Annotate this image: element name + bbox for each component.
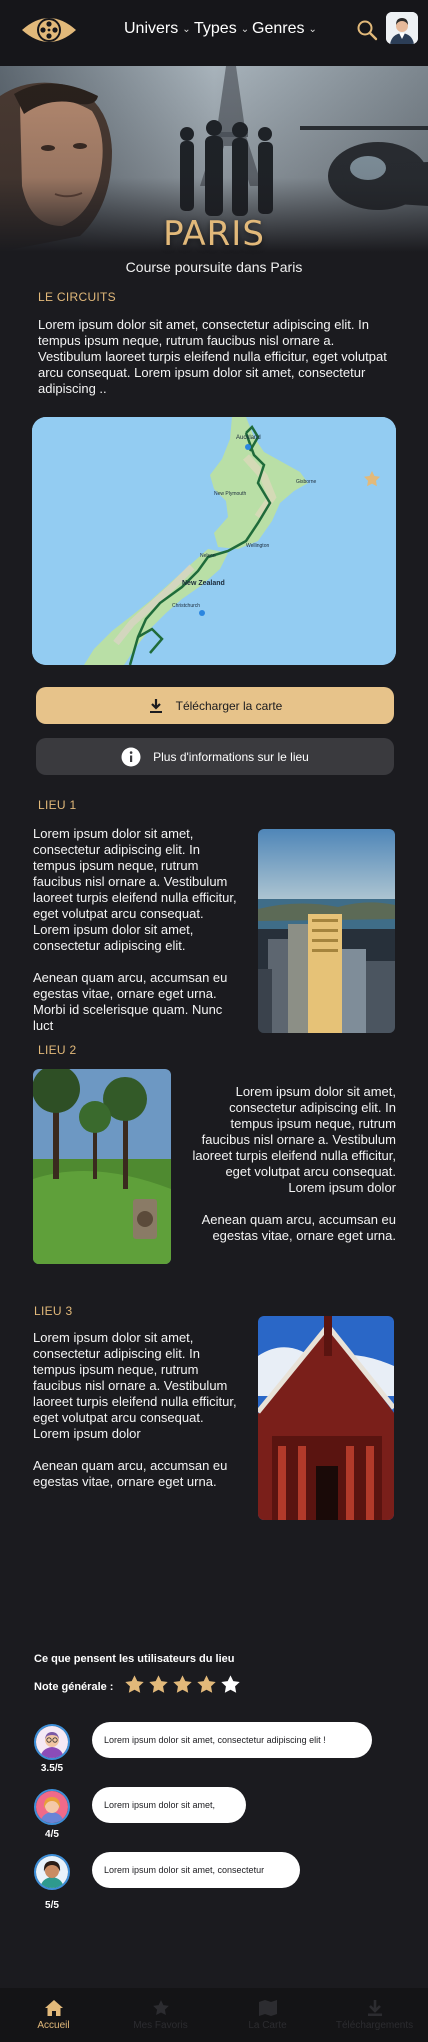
reviewer-avatar[interactable] <box>34 1724 70 1760</box>
hobbit-house-image <box>33 1069 171 1264</box>
map-image: Auckland New Plymouth Gisborne Nelson We… <box>32 417 396 665</box>
star-filled-icon <box>149 1675 168 1693</box>
reviews-title: Ce que pensent les utilisateurs du lieu <box>34 1653 235 1665</box>
review-text: Lorem ipsum dolor sit amet, consectetur <box>104 1865 265 1875</box>
film-reel-eye-logo[interactable] <box>20 10 78 50</box>
user-avatar-image <box>386 12 418 44</box>
lieu-2-paragraph-2: Aenean quam arcu, accumsan eu egestas vi… <box>201 1212 396 1243</box>
reviewer-1-image <box>36 1726 68 1758</box>
circuit-description: Lorem ipsum dolor sit amet, consectetur … <box>38 317 387 396</box>
lieu-1-photo <box>258 829 395 1033</box>
nav-univers[interactable]: Univers ⌄ <box>124 20 191 38</box>
nav-types-label: Types <box>194 20 237 37</box>
lieu-2-paragraph-1: Lorem ipsum dolor sit amet, consectetur … <box>192 1084 396 1195</box>
nav-genres[interactable]: Genres ⌄ <box>252 20 317 38</box>
map-label-wellington: Wellington <box>246 543 269 549</box>
review-text: Lorem ipsum dolor sit amet, <box>104 1800 216 1810</box>
tab-accueil-label: Accueil <box>37 2020 70 2031</box>
hero-subtitle: Course poursuite dans Paris <box>125 259 303 275</box>
circuit-map[interactable]: Auckland New Plymouth Gisborne Nelson We… <box>32 417 396 665</box>
review-bubble: Lorem ipsum dolor sit amet, consectetur … <box>92 1722 372 1758</box>
review-bubble: Lorem ipsum dolor sit amet, consectetur <box>92 1852 300 1888</box>
lieu-3-label: LIEU 3 <box>34 1304 73 1318</box>
lieu-2-photo <box>33 1069 171 1264</box>
download-icon <box>149 698 162 713</box>
tab-accueil[interactable]: Accueil <box>0 1988 107 2042</box>
bottom-tab-bar: Accueil Mes Favoris La Carte Téléchargem… <box>0 1988 428 2042</box>
overall-rating-label: Note générale : <box>34 1681 114 1693</box>
chevron-down-icon: ⌄ <box>182 23 191 35</box>
map-label-auckland: Auckland <box>236 435 261 441</box>
hero-title: PARIS <box>163 214 265 254</box>
lieu-2-label: LIEU 2 <box>38 1043 77 1057</box>
lieu-1-paragraph-2: Aenean quam arcu, accumsan eu egestas vi… <box>33 970 228 1033</box>
reviewer-score: 3.5/5 <box>40 1763 64 1774</box>
lieu-2-text: Lorem ipsum dolor sit amet, consectetur … <box>186 1084 396 1244</box>
user-avatar[interactable] <box>386 12 418 44</box>
download-icon <box>367 2000 382 2016</box>
map-label-new-plymouth: New Plymouth <box>214 491 246 497</box>
lieu-1-label: LIEU 1 <box>38 798 77 812</box>
reviewer-score: 5/5 <box>45 1900 59 1911</box>
overall-rating-stars <box>124 1674 241 1695</box>
star-filled-icon <box>125 1675 144 1693</box>
lieu-3-paragraph-2: Aenean quam arcu, accumsan eu egestas vi… <box>33 1458 228 1489</box>
lieu-1-paragraph-1: Lorem ipsum dolor sit amet, consectetur … <box>33 826 237 953</box>
maori-meeting-house-image <box>258 1316 394 1520</box>
lieu-3-text: Lorem ipsum dolor sit amet, consectetur … <box>33 1330 243 1490</box>
nav-genres-label: Genres <box>252 20 305 37</box>
more-info-label: Plus d'informations sur le lieu <box>153 749 309 764</box>
lieu-3-photo <box>258 1316 394 1520</box>
app-header: Univers ⌄ Types ⌄ Genres ⌄ <box>0 0 428 66</box>
map-label-christchurch: Christchurch <box>172 603 200 609</box>
star-icon <box>152 2000 169 2016</box>
info-icon <box>121 747 141 766</box>
chevron-down-icon: ⌄ <box>308 23 317 35</box>
download-map-label: Télécharger la carte <box>175 698 283 713</box>
star-empty-icon <box>221 1675 240 1693</box>
review-text: Lorem ipsum dolor sit amet, consectetur … <box>104 1735 326 1745</box>
reviewer-2-image <box>36 1791 68 1823</box>
tab-favoris[interactable]: Mes Favoris <box>107 1988 214 2042</box>
chevron-down-icon: ⌄ <box>240 23 250 35</box>
nav-univers-label: Univers <box>124 20 179 37</box>
map-icon <box>258 2000 277 2016</box>
reviewer-avatar[interactable] <box>34 1789 70 1825</box>
reviewer-score: 4/5 <box>45 1829 59 1840</box>
map-label-new-zealand: New Zealand <box>182 580 225 587</box>
tab-telechargements-label: Téléchargements <box>335 2020 414 2031</box>
download-map-button[interactable]: Télécharger la carte <box>36 687 394 724</box>
tab-carte[interactable]: La Carte <box>214 1988 321 2042</box>
more-info-button[interactable]: Plus d'informations sur le lieu <box>36 738 394 775</box>
search-icon[interactable] <box>356 19 378 41</box>
map-label-nelson: Nelson <box>200 553 216 559</box>
lieu-3-paragraph-1: Lorem ipsum dolor sit amet, consectetur … <box>33 1330 237 1441</box>
home-icon <box>44 2000 63 2016</box>
city-skyline-image <box>258 829 395 1033</box>
lieu-1-text: Lorem ipsum dolor sit amet, consectetur … <box>33 826 243 1034</box>
circuit-section-label: LE CIRCUITS <box>38 290 116 304</box>
tab-telechargements[interactable]: Téléchargements <box>321 1988 428 2042</box>
reviewer-avatar[interactable] <box>34 1854 70 1890</box>
reviewer-3-image <box>36 1856 68 1888</box>
tab-favoris-label: Mes Favoris <box>133 2020 188 2031</box>
star-filled-icon <box>197 1675 216 1693</box>
map-label-gisborne: Gisborne <box>296 479 317 485</box>
review-bubble: Lorem ipsum dolor sit amet, <box>92 1787 246 1823</box>
nav-types[interactable]: Types ⌄ <box>194 20 249 38</box>
tab-carte-label: La Carte <box>248 2020 287 2031</box>
star-filled-icon <box>173 1675 192 1693</box>
